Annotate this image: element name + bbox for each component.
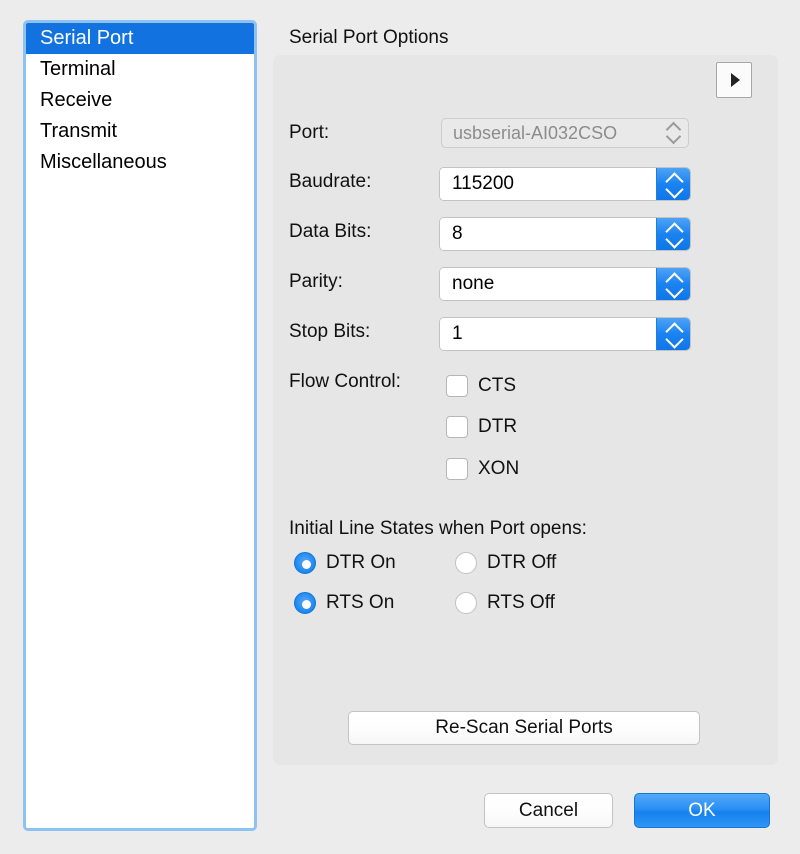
rescan-serial-ports-label: Re-Scan Serial Ports [435,717,612,739]
data-bits-label: Data Bits: [289,216,371,248]
radio-button-rts-on[interactable] [294,592,316,614]
parity-label: Parity: [289,266,343,298]
radio-button-rts-off[interactable] [455,592,477,614]
radio-button-dtr-on[interactable] [294,552,316,574]
parity-stepper[interactable] [656,268,690,300]
serial-port-settings-dialog: Serial Port Terminal Receive Transmit Mi… [0,0,800,854]
rescan-serial-ports-button[interactable]: Re-Scan Serial Ports [348,711,700,745]
sidebar-item-label: Receive [40,89,112,111]
initial-line-states-title: Initial Line States when Port opens: [289,518,587,540]
baudrate-label: Baudrate: [289,166,371,198]
radio-button-dtr-off[interactable] [455,552,477,574]
baudrate-value: 115200 [440,168,656,200]
checkbox-cts[interactable] [446,375,468,397]
sidebar-item-label: Terminal [40,58,116,80]
flow-control-label: Flow Control: [289,366,401,398]
settings-category-list[interactable]: Serial Port Terminal Receive Transmit Mi… [23,20,257,831]
sidebar-item-label: Transmit [40,120,117,142]
sidebar-item-terminal[interactable]: Terminal [26,54,254,85]
stop-bits-stepper[interactable] [656,318,690,350]
sidebar-item-receive[interactable]: Receive [26,85,254,116]
stop-bits-value: 1 [440,318,656,350]
stop-bits-combobox[interactable]: 1 [439,317,691,351]
sidebar-item-transmit[interactable]: Transmit [26,116,254,147]
port-expand-button[interactable] [716,62,752,98]
radio-rts-off-label: RTS Off [487,592,555,614]
cancel-button-label: Cancel [519,800,578,822]
serial-port-options-panel: Port: usbserial-AI032CSO Baudrate: 11520… [273,55,778,765]
data-bits-stepper[interactable] [656,218,690,250]
parity-combobox[interactable]: none [439,267,691,301]
flow-control-xon[interactable]: XON [446,458,519,480]
triangle-right-icon [731,73,740,87]
baudrate-combobox[interactable]: 115200 [439,167,691,201]
radio-rts-on[interactable]: RTS On [294,592,394,614]
parity-value: none [440,268,656,300]
radio-dtr-on-label: DTR On [326,552,396,574]
checkbox-dtr[interactable] [446,416,468,438]
checkbox-xon-label: XON [478,458,519,480]
settings-category-list-inner: Serial Port Terminal Receive Transmit Mi… [26,23,254,828]
stop-bits-label: Stop Bits: [289,316,370,348]
sidebar-item-label: Miscellaneous [40,151,167,173]
chevron-up-down-icon [666,122,682,144]
radio-dtr-on[interactable]: DTR On [294,552,396,574]
data-bits-value: 8 [440,218,656,250]
checkbox-dtr-label: DTR [478,416,517,438]
radio-dtr-off[interactable]: DTR Off [455,552,556,574]
checkbox-xon[interactable] [446,458,468,480]
port-label: Port: [289,117,329,149]
baudrate-stepper[interactable] [656,168,690,200]
port-value: usbserial-AI032CSO [453,123,666,144]
sidebar-item-label: Serial Port [40,27,133,49]
cancel-button[interactable]: Cancel [484,793,613,828]
sidebar-item-miscellaneous[interactable]: Miscellaneous [26,147,254,178]
ok-button[interactable]: OK [634,793,770,828]
flow-control-cts[interactable]: CTS [446,375,516,397]
radio-rts-on-label: RTS On [326,592,394,614]
panel-title: Serial Port Options [289,27,448,49]
data-bits-combobox[interactable]: 8 [439,217,691,251]
radio-dtr-off-label: DTR Off [487,552,556,574]
radio-rts-off[interactable]: RTS Off [455,592,555,614]
checkbox-cts-label: CTS [478,375,516,397]
flow-control-dtr[interactable]: DTR [446,416,517,438]
ok-button-label: OK [688,800,715,822]
port-select[interactable]: usbserial-AI032CSO [441,118,689,148]
sidebar-item-serial-port[interactable]: Serial Port [26,23,254,54]
